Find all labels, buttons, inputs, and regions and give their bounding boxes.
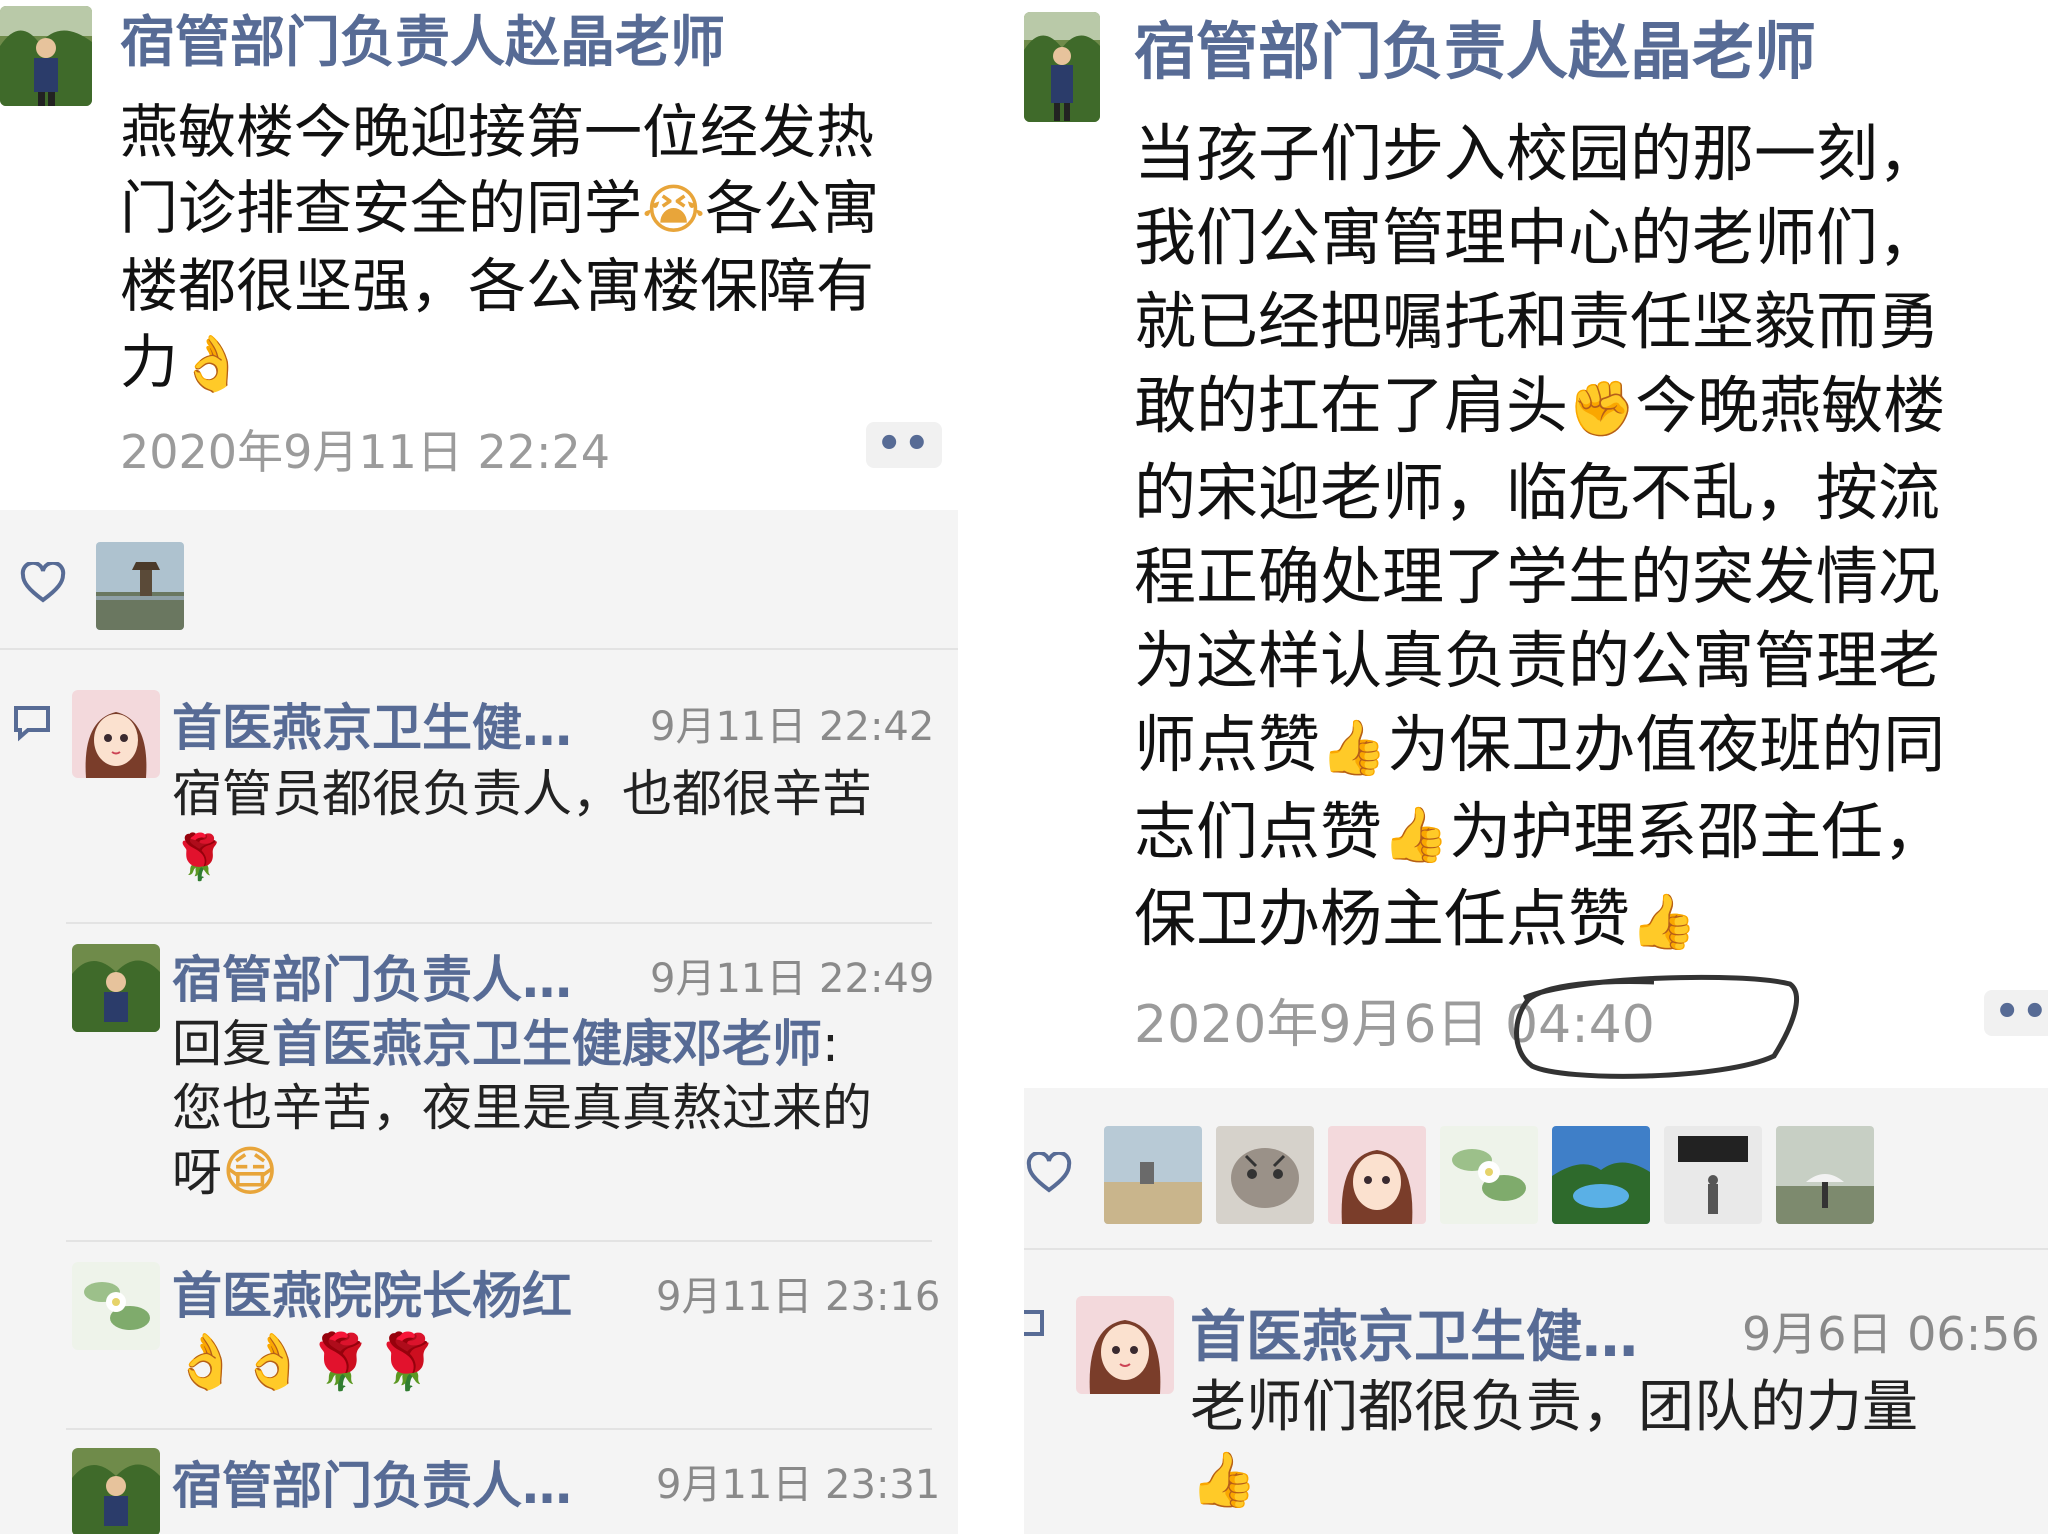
comment-icon bbox=[14, 706, 50, 742]
comment-body: 宿管员都很负责人，也都很辛苦 🌹 bbox=[172, 762, 872, 890]
liker-avatar[interactable] bbox=[1104, 1126, 1202, 1224]
comment-body: 回复首医燕京卫生健康邓老师: 您也辛苦，夜里是真真熬过来的 呀😷 bbox=[172, 1012, 872, 1205]
commenter-name[interactable]: 首医燕院院长杨红 bbox=[172, 1256, 572, 1328]
mask-face-emoji-icon: 😷 bbox=[222, 1140, 279, 1203]
liker-avatar[interactable] bbox=[1216, 1126, 1314, 1224]
commenter-avatar[interactable] bbox=[72, 1448, 160, 1534]
post-timestamp: 2020年9月11日 22:24 bbox=[120, 425, 611, 479]
liker-avatar[interactable] bbox=[1440, 1126, 1538, 1224]
ok-hand-emoji-icon: 👌 bbox=[178, 332, 246, 395]
moments-post-left: 宿管部门负责人赵晶老师 燕敏楼今晚迎接第一位经发热 门诊排查安全的同学😭各公寓 … bbox=[0, 0, 958, 1534]
post-line: 的宋迎老师，临危不乱，按流 bbox=[1134, 456, 1941, 529]
heart-icon bbox=[1026, 1152, 1072, 1193]
post-author-name[interactable]: 宿管部门负责人赵晶老师 bbox=[120, 12, 725, 73]
comment-time: 9月11日 22:42 bbox=[650, 704, 935, 750]
liker-avatar[interactable] bbox=[1328, 1126, 1426, 1224]
divider bbox=[0, 648, 958, 650]
divider bbox=[66, 1240, 932, 1242]
comment-time: 9月11日 23:16 bbox=[656, 1274, 941, 1320]
raised-fist-emoji-icon: ✊ bbox=[1568, 377, 1636, 440]
comment-body: 👌👌🌹🌹 bbox=[172, 1330, 441, 1394]
liker-avatar[interactable] bbox=[1664, 1126, 1762, 1224]
divider bbox=[1024, 1248, 2048, 1250]
commenter-avatar[interactable] bbox=[72, 690, 160, 778]
thumbs-up-emoji-icon: 👍 bbox=[1190, 1448, 1258, 1511]
comment-time: 9月11日 22:49 bbox=[650, 956, 935, 1002]
commenter-avatar[interactable] bbox=[1076, 1296, 1174, 1394]
thumbs-up-emoji-icon: 👍 bbox=[1382, 803, 1450, 866]
author-avatar[interactable] bbox=[0, 6, 92, 106]
post-author-name[interactable]: 宿管部门负责人赵晶老师 bbox=[1134, 17, 1816, 86]
commenter-avatar[interactable] bbox=[72, 944, 160, 1032]
divider bbox=[66, 1428, 932, 1430]
face-palm-emoji-icon: 😭 bbox=[642, 178, 706, 241]
moments-post-right: 宿管部门负责人赵晶老师 当孩子们步入校园的那一刻， 我们公寓管理中心的老师们， … bbox=[1024, 0, 2048, 1534]
post-line: 燕敏楼今晚迎接第一位经发热 bbox=[120, 98, 875, 166]
post-line: 志们点赞👍为护理系邵主任， bbox=[1134, 795, 1946, 868]
comment-line: 呀😷 bbox=[172, 1140, 279, 1203]
post-line: 我们公寓管理中心的老师们， bbox=[1134, 201, 1941, 274]
post-line: 敢的扛在了肩头✊今晚燕敏楼 bbox=[1134, 369, 1946, 442]
post-line: 力👌 bbox=[120, 328, 246, 396]
comment-line: 老师们都很负责，团队的力量 bbox=[1190, 1375, 1918, 1440]
commenter-name[interactable]: 首医燕京卫生健… bbox=[172, 688, 572, 760]
comment-line: 您也辛苦，夜里是真真熬过来的 bbox=[172, 1079, 872, 1137]
post-line: 程正确处理了学生的突发情况 bbox=[1134, 540, 1941, 613]
liker-avatar[interactable] bbox=[1776, 1126, 1874, 1224]
comment-icon bbox=[1024, 1310, 1044, 1336]
more-actions-button[interactable]: •• bbox=[1984, 990, 2048, 1036]
commenter-name[interactable]: 首医燕京卫生健… bbox=[1190, 1292, 1638, 1373]
comment-time: 9月6日 06:56 bbox=[1742, 1307, 2040, 1361]
reply-target-link[interactable]: 首医燕京卫生健康邓老师 bbox=[272, 1015, 822, 1073]
liker-avatar[interactable] bbox=[1552, 1126, 1650, 1224]
more-actions-button[interactable]: •• bbox=[866, 422, 942, 468]
post-line: 保卫办杨主任点赞👍 bbox=[1134, 882, 1698, 955]
post-line: 当孩子们步入校园的那一刻， bbox=[1134, 117, 1941, 190]
post-line: 门诊排查安全的同学😭各公寓 bbox=[120, 174, 880, 242]
hand-drawn-circle-annotation bbox=[1514, 974, 1799, 1079]
commenter-name[interactable]: 宿管部门负责人… bbox=[172, 940, 572, 1012]
post-line: 就已经把嘱托和责任坚毅而勇 bbox=[1134, 285, 1941, 358]
commenter-avatar[interactable] bbox=[72, 1262, 160, 1350]
post-body: 当孩子们步入校园的那一刻， 我们公寓管理中心的老师们， 就已经把嘱托和责任坚毅而… bbox=[1134, 112, 1945, 964]
comment-line: 回复首医燕京卫生健康邓老师: bbox=[172, 1015, 839, 1073]
thumbs-up-emoji-icon: 👍 bbox=[1630, 890, 1698, 953]
author-avatar[interactable] bbox=[1024, 12, 1100, 122]
post-line: 楼都很坚强，各公寓楼保障有 bbox=[120, 252, 875, 320]
comment-time: 9月11日 23:31 bbox=[656, 1462, 941, 1508]
commenter-name[interactable]: 宿管部门负责人… bbox=[172, 1446, 572, 1518]
comment-line: 宿管员都很负责人，也都很辛苦 bbox=[172, 765, 872, 823]
thumbs-up-emoji-icon: 👍 bbox=[1320, 716, 1388, 779]
post-line: 为这样认真负责的公寓管理老 bbox=[1134, 624, 1941, 697]
liker-avatar[interactable] bbox=[96, 542, 184, 630]
heart-icon bbox=[20, 562, 66, 603]
panel-gap bbox=[958, 0, 1024, 1534]
divider bbox=[66, 922, 932, 924]
ok-hand-and-rose-emoji-icon: 👌👌🌹🌹 bbox=[172, 1330, 441, 1393]
comment-body: 老师们都很负责，团队的力量 👍 bbox=[1190, 1372, 1918, 1516]
rose-emoji-icon: 🌹 bbox=[172, 832, 227, 883]
post-line: 师点赞👍为保卫办值夜班的同 bbox=[1134, 708, 1946, 781]
post-body: 燕敏楼今晚迎接第一位经发热 门诊排查安全的同学😭各公寓 楼都很坚强，各公寓楼保障… bbox=[120, 94, 879, 402]
